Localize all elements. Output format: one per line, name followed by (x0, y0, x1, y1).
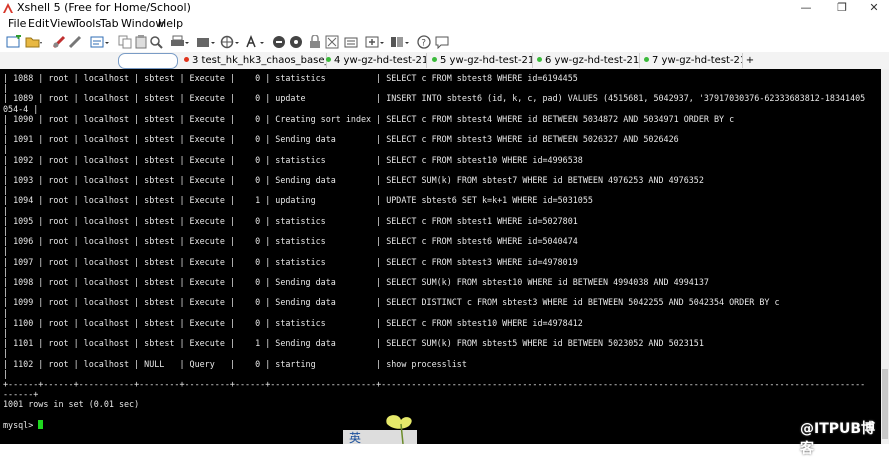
tab-label: 5 yw-gz-hd-test-211 (440, 55, 533, 66)
help-icon[interactable]: ? (417, 35, 431, 49)
fullscreen-icon[interactable] (325, 35, 339, 49)
terminal-line: | (3, 144, 9, 155)
reconnect-icon[interactable] (52, 35, 66, 49)
xmanager-icon[interactable] (289, 35, 303, 49)
terminal-cursor (38, 419, 44, 429)
menu-view[interactable]: View (50, 17, 76, 30)
disconnect-icon[interactable] (68, 35, 82, 49)
maximize-button[interactable]: ❐ (826, 0, 858, 16)
terminal-line: 1001 rows in set (0.01 sec) (3, 399, 140, 410)
tab-status-dot (184, 57, 189, 62)
terminal-line: | (3, 368, 9, 379)
new-session-icon[interactable] (6, 35, 22, 49)
address-field[interactable] (118, 53, 178, 69)
terminal-line: | 1101 | root | localhost | sbtest | Exe… (3, 338, 704, 349)
watermark: @ITPUB博客 (800, 421, 876, 457)
globe-icon[interactable] (220, 35, 240, 49)
terminal-line: | 1088 | root | localhost | sbtest | Exe… (3, 73, 578, 83)
tab-session-4[interactable]: 4 yw-gz-hd-test-211 (322, 53, 427, 68)
menu-edit[interactable]: Edit (28, 17, 49, 30)
terminal-line: | 1089 | root | localhost | sbtest | Exe… (3, 93, 866, 104)
terminal-line: | (3, 185, 9, 196)
menu-file[interactable]: File (8, 17, 26, 30)
terminal-line: | (3, 164, 9, 175)
tab-status-dot (326, 57, 331, 62)
ime-label: 英 (349, 431, 361, 444)
toolbar: ? (0, 32, 889, 53)
layout-icon[interactable] (390, 35, 410, 49)
terminal-line: ------+ (3, 389, 39, 400)
terminal-line: | (3, 328, 9, 338)
print-icon[interactable] (170, 35, 190, 49)
terminal-line: | 1098 | root | localhost | sbtest | Exe… (3, 277, 709, 287)
terminal-line: mysql> (3, 419, 44, 430)
xftp-icon[interactable] (272, 35, 286, 49)
menu-tools[interactable]: Tools (74, 17, 101, 30)
terminal-output[interactable]: | 1088 | root | localhost | sbtest | Exe… (0, 69, 881, 444)
terminal-line: | (3, 205, 9, 216)
terminal-line: +------+------+-----------+--------+----… (3, 379, 866, 389)
menu-tab[interactable]: Tab (100, 17, 119, 30)
minimize-button[interactable]: — (790, 0, 822, 16)
new-tab-icon[interactable] (365, 35, 385, 49)
close-button[interactable]: ✕ (858, 0, 889, 16)
menu-help[interactable]: Help (158, 17, 183, 30)
terminal-line: | 1094 | root | localhost | sbtest | Exe… (3, 195, 593, 206)
new-tab-button[interactable]: + (744, 53, 756, 68)
terminal-line: | (3, 287, 9, 298)
terminal-line: | 1100 | root | localhost | sbtest | Exe… (3, 317, 583, 328)
terminal-line: | 1092 | root | localhost | sbtest | Exe… (3, 154, 583, 165)
tab-label: 7 yw-gz-hd-test-211 (652, 55, 743, 66)
ime-indicator[interactable]: 英 (343, 412, 417, 444)
tab-label: 4 yw-gz-hd-test-211 (334, 55, 427, 66)
terminal-line: | 1095 | root | localhost | sbtest | Exe… (3, 215, 578, 226)
tab-session-3[interactable]: 3 test_hk_hk3_chaos_base_kv... (180, 53, 327, 68)
terminal-line: | (3, 266, 9, 277)
window-title: Xshell 5 (Free for Home/School) (17, 1, 191, 14)
terminal-line: | (3, 124, 9, 134)
xshell-app-icon[interactable] (2, 2, 14, 14)
copy-icon[interactable] (118, 35, 132, 49)
tab-status-dot (644, 57, 649, 62)
terminal-line: | 1091 | root | localhost | sbtest | Exe… (3, 134, 679, 145)
terminal-line: | (3, 348, 9, 359)
properties-icon[interactable] (90, 35, 110, 49)
lock-icon[interactable] (308, 35, 322, 49)
terminal-line: | 1102 | root | localhost | NULL | Query… (3, 358, 467, 369)
terminal-line: | 1090 | root | localhost | sbtest | Exe… (3, 113, 735, 124)
tab-status-dot (537, 57, 542, 62)
svg-text:?: ? (421, 39, 426, 49)
font-icon[interactable] (245, 35, 265, 49)
terminal-line: | (3, 83, 9, 94)
find-icon[interactable] (149, 35, 163, 49)
terminal-line: | (3, 246, 9, 257)
keyboard-icon[interactable] (344, 35, 358, 49)
paste-icon[interactable] (134, 35, 148, 49)
terminal-line: | 1096 | root | localhost | sbtest | Exe… (3, 236, 578, 247)
terminal-line: | 1099 | root | localhost | sbtest | Exe… (3, 297, 780, 308)
chat-icon[interactable] (435, 35, 449, 49)
tab-session-5[interactable]: 5 yw-gz-hd-test-211 (428, 53, 533, 68)
terminal-line: | 1093 | root | localhost | sbtest | Exe… (3, 175, 704, 185)
session-tab-bar: 3 test_hk_hk3_chaos_base_kv... 4 yw-gz-h… (0, 52, 889, 70)
terminal-scrollbar[interactable] (881, 69, 889, 444)
open-folder-icon[interactable] (25, 35, 43, 49)
terminal-line: | (3, 226, 9, 236)
terminal-line: | (3, 307, 9, 318)
tab-session-6[interactable]: 6 yw-gz-hd-test-211 (533, 53, 640, 68)
menu-bar: File Edit View Tools Tab Window Help (0, 16, 889, 32)
tab-session-7[interactable]: 7 yw-gz-hd-test-211 (640, 53, 743, 68)
transfer-icon[interactable] (196, 35, 216, 49)
tab-status-dot (432, 57, 437, 62)
terminal-line: 054-4 | (3, 103, 39, 114)
tab-label: 3 test_hk_hk3_chaos_base_kv... (192, 55, 326, 66)
tab-label: 6 yw-gz-hd-test-211 (545, 55, 640, 66)
title-bar: Xshell 5 (Free for Home/School) — ❐ ✕ (0, 0, 889, 16)
terminal-line: | 1097 | root | localhost | sbtest | Exe… (3, 256, 578, 267)
